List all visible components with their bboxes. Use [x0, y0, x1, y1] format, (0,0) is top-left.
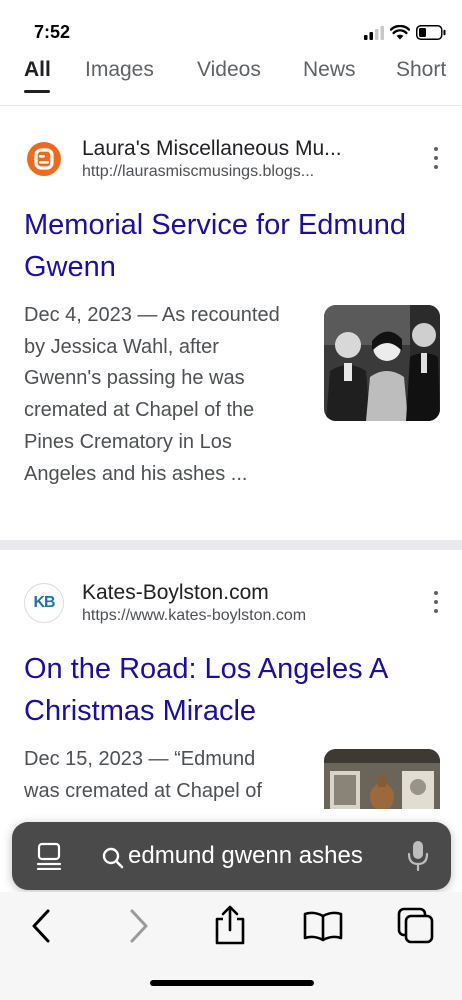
result-divider: [0, 540, 462, 550]
search-tabs: All Images Videos News Short: [0, 52, 462, 106]
status-bar: 7:52: [0, 0, 462, 52]
favicon-text: KB: [33, 594, 55, 611]
search-result: KB Kates-Boylston.com https://www.kates-…: [0, 581, 462, 821]
address-search-bar[interactable]: edmund gwenn ashes: [12, 822, 451, 890]
search-result: Laura's Miscellaneous Mu... http://laura…: [0, 137, 462, 527]
reader-mode-icon[interactable]: [36, 842, 62, 870]
status-time: 7:52: [34, 22, 71, 42]
kb-logo-icon: KB: [24, 583, 64, 623]
forward-icon[interactable]: [124, 908, 152, 944]
browser-toolbar: [0, 892, 462, 1000]
tab-short[interactable]: Short: [396, 58, 446, 82]
site-url: https://www.kates-boylston.com: [82, 607, 307, 624]
battery-icon: [416, 25, 446, 40]
wifi-icon: [390, 25, 410, 40]
result-thumbnail[interactable]: [324, 305, 440, 421]
microphone-icon[interactable]: [407, 840, 429, 872]
blogger-icon: [24, 139, 64, 179]
result-snippet: Dec 15, 2023 — “Edmund was cremated at C…: [24, 748, 262, 802]
back-icon[interactable]: [28, 908, 56, 944]
tab-videos[interactable]: Videos: [197, 58, 261, 82]
result-title-link[interactable]: On the Road: Los Angeles A Christmas Mir…: [24, 648, 444, 732]
share-icon[interactable]: [212, 904, 248, 946]
result-title-link[interactable]: Memorial Service for Edmund Gwenn: [24, 204, 444, 288]
search-icon: [102, 847, 124, 869]
more-options-icon[interactable]: [428, 591, 444, 613]
result-snippet: Dec 4, 2023 — As recounted by Jessica Wa…: [24, 304, 280, 485]
cellular-signal-icon: [364, 25, 384, 40]
home-indicator: [150, 980, 314, 986]
result-source[interactable]: KB Kates-Boylston.com https://www.kates-…: [24, 581, 444, 631]
active-tab-indicator: [24, 90, 50, 93]
tab-all[interactable]: All: [24, 58, 51, 82]
result-thumbnail[interactable]: [324, 749, 440, 809]
more-options-icon[interactable]: [428, 147, 444, 169]
site-name: Kates-Boylston.com: [82, 581, 269, 604]
tab-news[interactable]: News: [303, 58, 356, 82]
site-url: http://laurasmiscmusings.blogs...: [82, 163, 315, 180]
bookmarks-icon[interactable]: [302, 910, 344, 942]
status-icons: [364, 25, 446, 40]
tabs-icon[interactable]: [396, 906, 436, 944]
site-name: Laura's Miscellaneous Mu...: [82, 137, 342, 160]
search-query-text[interactable]: edmund gwenn ashes: [128, 842, 363, 870]
result-source[interactable]: Laura's Miscellaneous Mu... http://laura…: [24, 137, 444, 187]
tab-images[interactable]: Images: [85, 58, 154, 82]
